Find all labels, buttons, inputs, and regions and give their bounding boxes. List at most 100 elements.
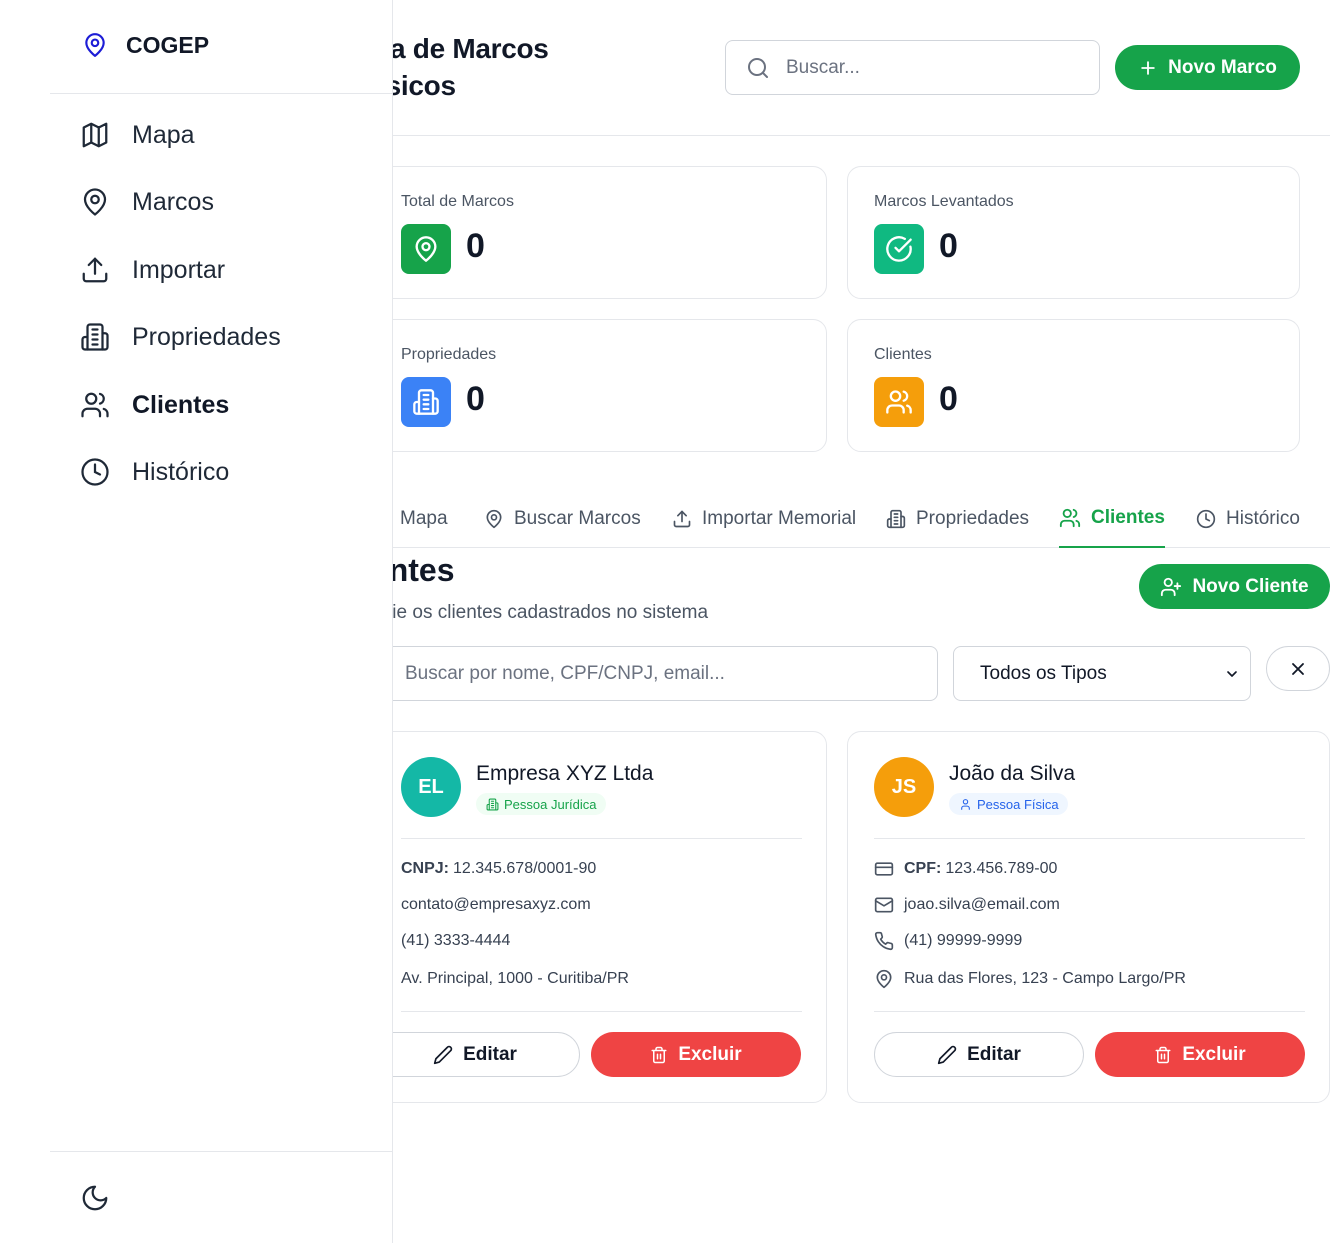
chevron-down-icon: [1224, 666, 1240, 682]
building-icon: [80, 322, 110, 352]
divider: [874, 1011, 1305, 1012]
stat-label: Propriedades: [401, 346, 497, 363]
brand[interactable]: COGEP: [82, 31, 209, 59]
divider: [874, 838, 1305, 839]
doc-value: 123.456.789-00: [945, 860, 1058, 877]
tab-label: Propriedades: [916, 508, 1030, 529]
avatar: JS: [874, 757, 934, 817]
client-type-label: Pessoa Jurídica: [504, 796, 597, 812]
map-icon: [80, 120, 110, 150]
stat-label: Clientes: [874, 346, 932, 363]
credit-card-icon: [874, 859, 894, 879]
map-pin-icon: [484, 509, 504, 529]
email-value: joao.silva@email.com: [904, 896, 1060, 913]
delete-label: Excluir: [678, 1043, 742, 1065]
edit-label: Editar: [463, 1043, 517, 1065]
stat-card-clientes: Clientes 0: [847, 319, 1300, 452]
client-name: João da Silva: [949, 762, 1076, 785]
building-icon: [486, 798, 499, 811]
client-type-badge: Pessoa Jurídica: [476, 793, 606, 815]
map-pin-icon: [874, 969, 894, 989]
client-card: EL Empresa XYZ Ltda Pessoa Jurídica CNPJ…: [370, 731, 827, 1103]
map-pin-icon: [401, 224, 451, 274]
map-pin-icon: [80, 187, 110, 217]
clock-icon: [80, 457, 110, 487]
sidebar-item-label: Marcos: [132, 187, 214, 216]
client-search-input[interactable]: [380, 646, 938, 701]
delete-button[interactable]: Excluir: [1095, 1032, 1305, 1077]
edit-button[interactable]: Editar: [370, 1032, 580, 1077]
tab-clientes[interactable]: Clientes: [1059, 490, 1165, 548]
tab-propriedades[interactable]: Propriedades: [886, 490, 1029, 548]
client-phone: (41) 99999-9999: [874, 929, 1022, 953]
user-icon: [959, 798, 972, 811]
divider: [401, 1011, 802, 1012]
user-plus-icon: [1160, 576, 1182, 598]
type-filter-select[interactable]: Todos os Tipos: [953, 646, 1251, 701]
upload-icon: [80, 255, 110, 285]
edit-button[interactable]: Editar: [874, 1032, 1084, 1077]
building-icon: [401, 377, 451, 427]
tab-label: Histórico: [1226, 508, 1300, 529]
mail-icon: [874, 895, 894, 915]
type-filter-value: Todos os Tipos: [980, 662, 1107, 684]
client-phone: (41) 3333-4444: [401, 929, 510, 953]
client-email: contato@empresaxyz.com: [401, 893, 591, 917]
delete-label: Excluir: [1182, 1043, 1246, 1065]
tab-importar-memorial[interactable]: Importar Memorial: [672, 490, 856, 548]
stat-value: 0: [466, 380, 485, 418]
clear-filters-button[interactable]: [1266, 646, 1330, 691]
client-email: joao.silva@email.com: [874, 893, 1060, 917]
plus-icon: [1138, 58, 1158, 78]
tab-label: Clientes: [1091, 507, 1165, 528]
pencil-icon: [433, 1045, 453, 1065]
building-icon: [886, 509, 906, 529]
tab-historico[interactable]: Histórico: [1196, 490, 1300, 548]
sidebar-item-label: Importar: [132, 255, 226, 284]
tab-bar: Mapa Buscar Marcos Importar Memorial Pro…: [300, 490, 1330, 548]
address-value: Av. Principal, 1000 - Curitiba/PR: [401, 970, 629, 987]
sidebar-item-label: Mapa: [132, 120, 195, 149]
doc-label: CNPJ:: [401, 860, 450, 877]
client-type-label: Pessoa Física: [977, 796, 1059, 812]
new-marco-label: Novo Marco: [1168, 56, 1277, 78]
map-pin-icon: [82, 31, 108, 59]
tab-label: Importar Memorial: [702, 508, 857, 529]
tab-buscar-marcos[interactable]: Buscar Marcos: [484, 490, 641, 548]
search-icon: [746, 56, 770, 80]
sidebar-item-propriedades[interactable]: Propriedades: [80, 317, 281, 357]
delete-button[interactable]: Excluir: [591, 1032, 801, 1077]
new-marco-button[interactable]: Novo Marco: [1115, 45, 1300, 90]
sidebar-item-historico[interactable]: Histórico: [80, 452, 229, 492]
stat-card-propriedades: Propriedades 0: [374, 319, 827, 452]
sidebar-item-mapa[interactable]: Mapa: [80, 115, 195, 155]
client-doc: CNPJ: 12.345.678/0001-90: [401, 857, 596, 881]
users-icon: [1059, 507, 1081, 529]
stat-label: Marcos Levantados: [874, 193, 1014, 210]
email-value: contato@empresaxyz.com: [401, 896, 591, 913]
stat-value: 0: [939, 380, 958, 418]
global-search-input[interactable]: [786, 56, 1066, 79]
moon-icon[interactable]: [80, 1183, 110, 1213]
brand-name: COGEP: [126, 31, 210, 58]
users-icon: [80, 390, 110, 420]
sidebar-item-label: Clientes: [132, 390, 230, 419]
clock-icon: [1196, 509, 1216, 529]
upload-icon: [672, 509, 692, 529]
global-search[interactable]: [725, 40, 1100, 95]
client-doc: CPF: 123.456.789-00: [874, 857, 1057, 881]
sidebar-item-importar[interactable]: Importar: [80, 250, 225, 290]
address-value: Rua das Flores, 123 - Campo Largo/PR: [904, 970, 1186, 987]
client-card: JS João da Silva Pessoa Física CPF: 123.…: [847, 731, 1330, 1103]
new-client-label: Novo Cliente: [1192, 575, 1309, 597]
check-circle-icon: [874, 224, 924, 274]
stat-value: 0: [466, 227, 485, 265]
phone-icon: [874, 931, 894, 951]
client-type-badge: Pessoa Física: [949, 793, 1068, 815]
sidebar-item-label: Propriedades: [132, 322, 281, 351]
stat-value: 0: [939, 227, 958, 265]
new-client-button[interactable]: Novo Cliente: [1139, 564, 1330, 609]
edit-label: Editar: [967, 1043, 1021, 1065]
sidebar-item-clientes[interactable]: Clientes: [80, 385, 229, 425]
sidebar-item-marcos[interactable]: Marcos: [80, 182, 214, 222]
